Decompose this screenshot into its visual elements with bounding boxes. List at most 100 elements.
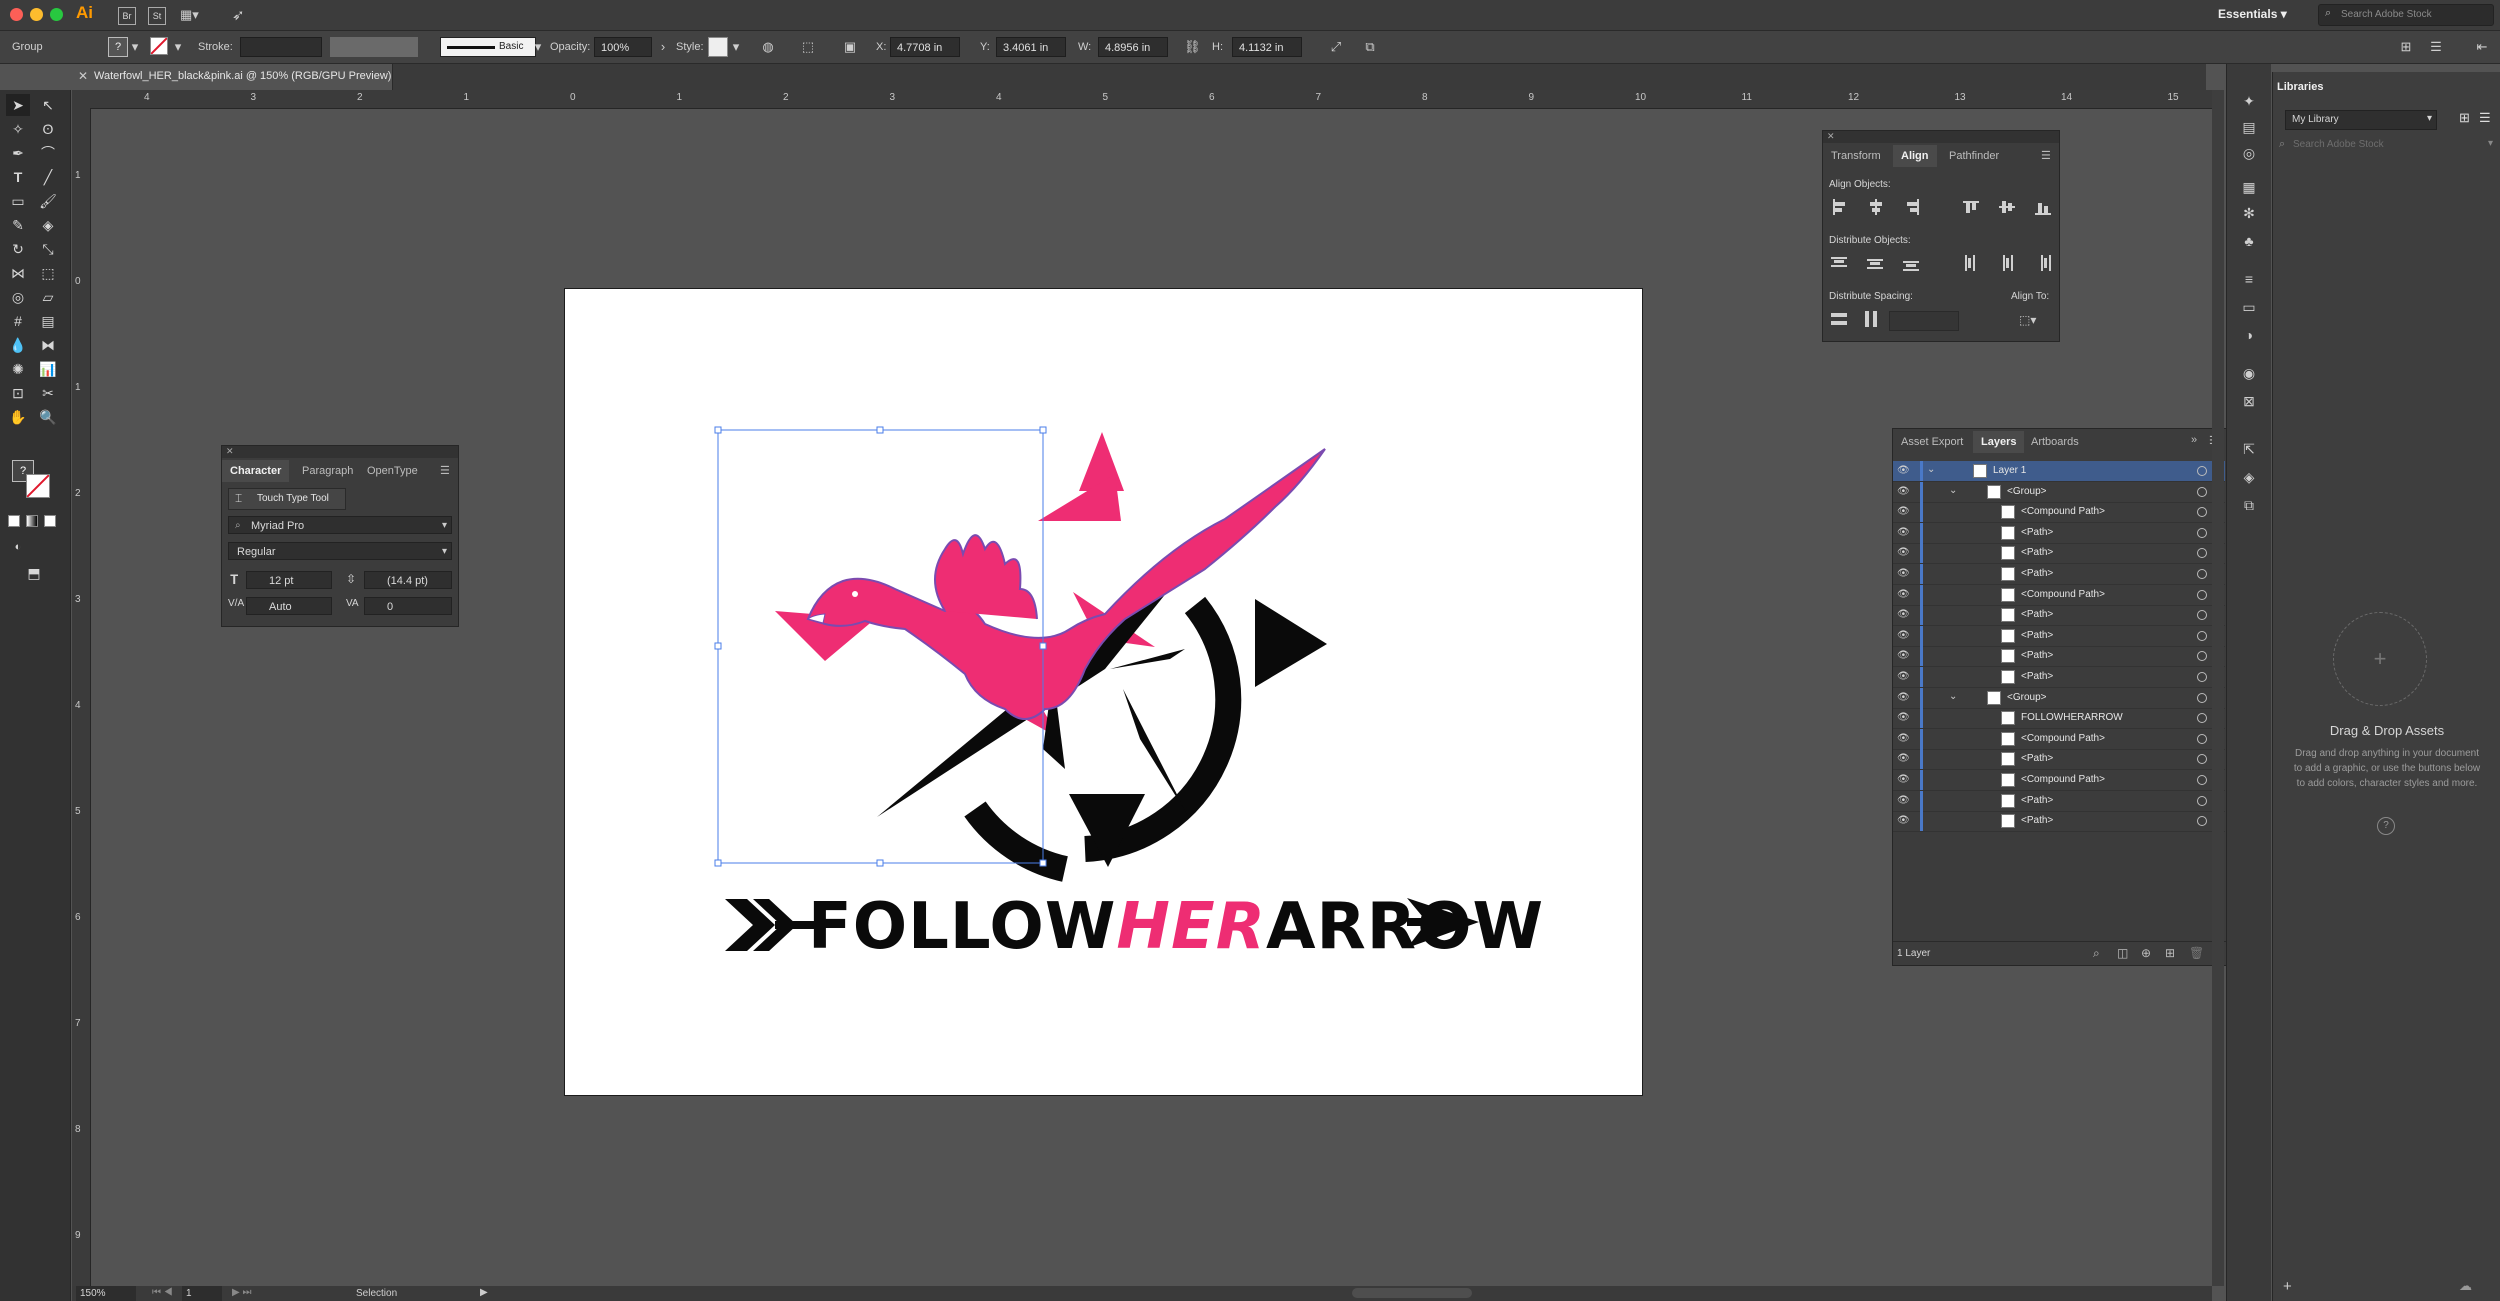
scale-tool-icon[interactable]: ⤡ (36, 238, 60, 260)
layer-row[interactable]: 👁 ⌄ <Group> (1893, 687, 2225, 709)
navigator-icon[interactable]: ◎ (2239, 144, 2259, 162)
shaper-tool-icon[interactable]: ✎ (6, 214, 30, 236)
distribute-bottom-icon[interactable] (1903, 255, 1921, 271)
height-field[interactable]: 4.1132 in (1232, 37, 1302, 57)
layer-name[interactable]: <Path> (2021, 650, 2053, 661)
stroke-swatch[interactable] (150, 37, 168, 55)
first-artboard-icon[interactable]: ⏮ ◀ (152, 1287, 173, 1298)
gpu-performance-icon[interactable]: ➶ (232, 6, 245, 24)
horizontal-scroll-thumb[interactable] (1352, 1288, 1472, 1298)
zoom-window-button[interactable] (50, 8, 63, 21)
tab-transform[interactable]: Transform (1823, 145, 1889, 167)
brushes-icon[interactable]: ✻ (2239, 204, 2259, 222)
fill-swatch[interactable]: ? (108, 37, 128, 57)
target-icon[interactable] (2197, 630, 2207, 641)
layer-row[interactable]: 👁 <Compound Path> (1893, 770, 2225, 791)
eraser-icon[interactable]: ◈ (36, 214, 60, 236)
color-guide-icon[interactable]: ✦ (2239, 92, 2259, 110)
layer-name[interactable]: <Compound Path> (2021, 589, 2105, 600)
target-icon[interactable] (2197, 527, 2207, 538)
visibility-eye-icon[interactable]: 👁 (1897, 754, 1910, 764)
direct-selection-tool-icon[interactable]: ↖ (36, 94, 60, 116)
align-bottom-icon[interactable] (2035, 199, 2053, 215)
visibility-eye-icon[interactable]: 👁 (1897, 795, 1910, 806)
graphic-style-swatch[interactable] (708, 37, 728, 57)
layer-name[interactable]: <Path> (2021, 630, 2053, 641)
distribute-top-icon[interactable] (1831, 255, 1849, 271)
new-sublayer-icon[interactable]: ⊕ (2141, 946, 2151, 960)
tab-align[interactable]: Align (1893, 145, 1937, 167)
target-icon[interactable] (2197, 548, 2207, 559)
layer-name[interactable]: <Compound Path> (2021, 506, 2105, 517)
opacity-field[interactable]: 100% (594, 37, 652, 57)
make-clipping-mask-icon[interactable]: ◫ (2117, 946, 2128, 960)
visibility-eye-icon[interactable]: 👁 (1897, 692, 1910, 703)
locate-object-icon[interactable]: ⌕ (2093, 946, 2100, 961)
target-icon[interactable] (2197, 775, 2207, 785)
stroke-color-icon[interactable] (26, 474, 50, 498)
layer-row[interactable]: 👁 ⌄ <Group> (1893, 481, 2225, 503)
blend-tool-icon[interactable]: ⧓ (36, 334, 60, 356)
eyedropper-icon[interactable]: 💧 (6, 334, 30, 356)
align-to-selection-icon[interactable]: ⬚▾ (2019, 311, 2045, 329)
add-asset-icon[interactable]: + (2333, 612, 2427, 706)
recolor-artwork-icon[interactable]: ◍ (760, 39, 776, 55)
grid-view-icon[interactable]: ⊞ (2459, 110, 2470, 126)
zoom-field[interactable]: 150% (76, 1286, 136, 1301)
layer-row[interactable]: 👁 <Path> (1893, 564, 2225, 585)
properties-icon[interactable]: ▦ (2239, 178, 2259, 196)
layer-name[interactable]: <Compound Path> (2021, 733, 2105, 744)
trash-icon[interactable]: 🗑 (2189, 946, 2204, 960)
layer-row[interactable]: 👁 <Path> (1893, 522, 2225, 544)
workspace-switcher[interactable]: Essentials ▾ (2218, 7, 2287, 21)
tab-opentype[interactable]: OpenType (359, 460, 426, 482)
isolate-group-icon[interactable]: ⧉ (1362, 39, 1378, 55)
visibility-eye-icon[interactable]: 👁 (1897, 486, 1910, 497)
target-icon[interactable] (2197, 692, 2207, 703)
chevron-down-icon[interactable]: ▾ (530, 39, 546, 55)
x-position-field[interactable]: 4.7708 in (890, 37, 960, 57)
visibility-eye-icon[interactable]: 👁 (1897, 507, 1910, 517)
width-tool-icon[interactable]: ⋈ (6, 262, 30, 284)
library-select[interactable]: My Library ▾ (2285, 110, 2437, 130)
font-family-field[interactable]: ⌕ Myriad Pro ▾ (228, 516, 452, 534)
spacing-value-field[interactable] (1889, 311, 1959, 331)
layer-name[interactable]: <Path> (2021, 753, 2053, 764)
minimize-window-button[interactable] (30, 8, 43, 21)
target-icon[interactable] (2197, 486, 2207, 497)
library-search-field[interactable]: ⌕ Search Adobe Stock ▾ (2277, 136, 2497, 154)
layer-name[interactable]: Layer 1 (1993, 465, 2026, 476)
cloud-sync-icon[interactable]: ☁ (2459, 1278, 2472, 1294)
layer-row[interactable]: 👁 <Compound Path> (1893, 502, 2225, 524)
horizontal-ruler[interactable]: 4 3 2 1 0 1 2 3 4 5 6 7 8 9 10 11 12 13 14 15 (72, 90, 2212, 109)
visibility-eye-icon[interactable]: 👁 (1897, 569, 1910, 579)
layer-row[interactable]: 👁 <Path> (1893, 605, 2225, 627)
reference-point-icon[interactable]: ▣ (842, 39, 858, 55)
layer-row[interactable]: 👁 <Path> (1893, 749, 2225, 771)
logo-artwork[interactable] (565, 289, 1642, 1095)
visibility-eye-icon[interactable]: 👁 (1897, 630, 1910, 641)
layer-name[interactable]: <Path> (2021, 609, 2053, 620)
target-icon[interactable] (2197, 610, 2207, 621)
chevron-down-icon[interactable]: ⌄ (1949, 485, 1957, 496)
curvature-tool-icon[interactable]: ⌒ (36, 142, 60, 164)
layer-row[interactable]: 👁 FOLLOWHERARROW (1893, 708, 2225, 730)
distribute-horizontal-center-icon[interactable] (1999, 255, 2017, 271)
close-panel-icon[interactable]: ✕ (1827, 131, 1835, 142)
font-style-field[interactable]: Regular ▾ (228, 542, 452, 560)
layer-name[interactable]: <Path> (2021, 815, 2053, 826)
paintbrush-icon[interactable]: 🖌 (36, 190, 60, 212)
visibility-eye-icon[interactable]: 👁 (1897, 733, 1910, 744)
tab-layers[interactable]: Layers (1973, 431, 2025, 453)
add-content-icon[interactable]: + (2283, 1278, 2292, 1295)
visibility-eye-icon[interactable]: 👁 (1897, 466, 1910, 476)
kerning-field[interactable]: Auto (246, 597, 332, 615)
align-left-icon[interactable] (1831, 199, 1849, 215)
hand-tool-icon[interactable]: ✋ (6, 406, 30, 428)
layers-icon[interactable]: ◈ (2239, 468, 2259, 486)
panel-collapse-icon[interactable]: ⇤ (2474, 39, 2490, 55)
target-icon[interactable] (2197, 589, 2207, 600)
tab-pathfinder[interactable]: Pathfinder (1941, 145, 2007, 167)
layer-name[interactable]: <Path> (2021, 527, 2053, 538)
asset-export-icon[interactable]: ⇱ (2239, 440, 2259, 458)
